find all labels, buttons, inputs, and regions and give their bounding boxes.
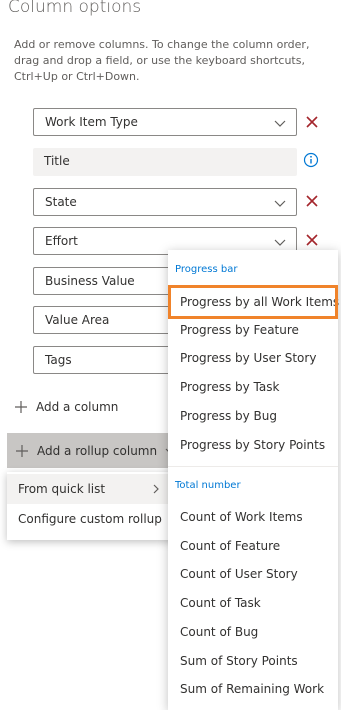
chevron-down-icon <box>274 200 286 207</box>
menu-item-count-work-items[interactable]: Count of Work Items <box>168 503 338 531</box>
group-divider <box>168 466 338 467</box>
column-field-label: Work Item Type <box>45 115 138 129</box>
column-field-label: Tags <box>45 353 72 367</box>
add-column-button[interactable]: Add a column <box>14 396 118 418</box>
remove-column-effort-close-icon[interactable] <box>304 232 320 248</box>
panel-title: Column options <box>8 0 142 17</box>
menu-item-count-bug[interactable]: Count of Bug <box>168 618 338 646</box>
column-field-label: Effort <box>45 234 78 248</box>
menu-item-label: Configure custom rollup <box>18 512 162 526</box>
panel-description: Add or remove columns. To change the col… <box>14 38 310 83</box>
add-rollup-label: Add a rollup column <box>37 443 158 458</box>
chevron-right-icon <box>153 484 159 494</box>
quick-list-flyout: Progress bar Progress by all Work Items … <box>168 250 339 710</box>
add-rollup-column-button[interactable]: Add a rollup column <box>7 433 182 468</box>
column-field-label: Business Value <box>45 274 135 288</box>
menu-item-count-feature[interactable]: Count of Feature <box>168 532 338 560</box>
chevron-down-icon <box>274 120 286 127</box>
menu-item-from-quick-list[interactable]: From quick list <box>7 474 175 504</box>
group-header-progress-bar: Progress bar <box>175 264 238 275</box>
plus-icon <box>16 444 28 457</box>
menu-item-progress-all-work-items[interactable]: Progress by all Work Items <box>168 288 339 316</box>
info-icon[interactable] <box>303 152 319 168</box>
menu-item-configure-custom-rollup[interactable]: Configure custom rollup <box>7 504 175 534</box>
column-field-state[interactable]: State <box>33 188 297 216</box>
column-field-label: State <box>45 195 77 209</box>
menu-item-label: From quick list <box>18 482 106 496</box>
menu-item-progress-story-points[interactable]: Progress by Story Points <box>168 431 338 459</box>
add-column-label: Add a column <box>36 400 119 414</box>
rollup-submenu: From quick list Configure custom rollup <box>7 472 175 540</box>
remove-column-state-close-icon[interactable] <box>304 193 320 209</box>
menu-item-count-task[interactable]: Count of Task <box>168 589 338 617</box>
menu-item-count-user-story[interactable]: Count of User Story <box>168 560 338 588</box>
menu-item-sum-remaining-work[interactable]: Sum of Remaining Work <box>168 675 338 703</box>
menu-item-sum-story-points[interactable]: Sum of Story Points <box>168 647 338 675</box>
menu-item-progress-bug[interactable]: Progress by Bug <box>168 402 338 430</box>
column-field-title[interactable]: Title <box>33 148 297 176</box>
menu-item-progress-task[interactable]: Progress by Task <box>168 373 338 401</box>
column-field-label: Title <box>44 154 70 168</box>
column-field-work-item-type[interactable]: Work Item Type <box>33 108 297 136</box>
menu-item-progress-user-story[interactable]: Progress by User Story <box>168 344 338 372</box>
remove-column-work-item-type-close-icon[interactable] <box>304 114 320 130</box>
chevron-down-icon <box>274 239 286 246</box>
plus-icon <box>15 401 27 413</box>
group-header-total-number: Total number <box>175 480 241 491</box>
menu-item-progress-feature[interactable]: Progress by Feature <box>168 316 338 344</box>
column-field-label: Value Area <box>45 313 110 327</box>
